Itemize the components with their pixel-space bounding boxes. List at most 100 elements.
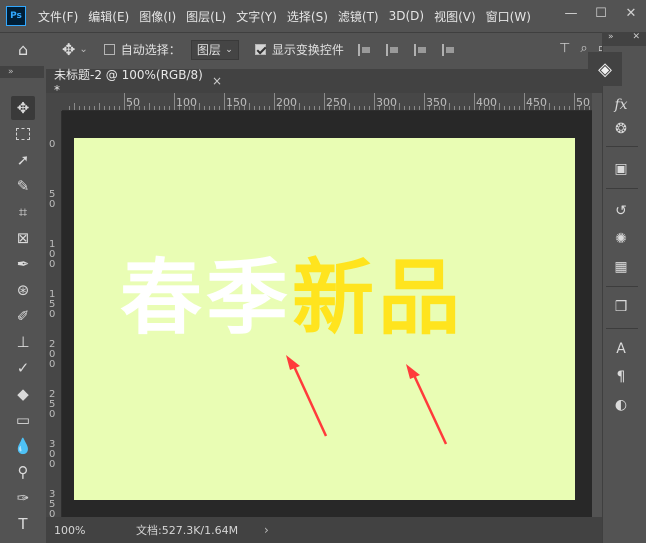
expand-panels-icon[interactable]: » (608, 32, 614, 46)
close-panels-icon[interactable]: ✕ (632, 32, 640, 46)
align-top-icon[interactable] (441, 43, 456, 56)
clone-stamp-tool-icon[interactable]: ⊥ (11, 330, 35, 354)
quick-select-tool-icon[interactable]: ✎ (11, 174, 35, 198)
ruler-minor-tick (409, 106, 410, 110)
paragraph-panel-icon[interactable]: ¶ (610, 366, 632, 388)
headline-yellow-text: 新品 (292, 251, 465, 346)
dodge-tool-icon[interactable]: ⚲ (11, 460, 35, 484)
ruler-minor-tick (439, 106, 440, 110)
ruler-minor-tick (79, 106, 80, 110)
ruler-minor-tick (514, 106, 515, 110)
ruler-major-tick (174, 93, 175, 110)
ruler-minor-tick (249, 103, 250, 110)
home-icon[interactable]: ⌂ (18, 40, 46, 59)
align-left-icon[interactable] (357, 43, 372, 56)
menu-filter[interactable]: 滤镜(T) (338, 8, 379, 25)
layers-panel-icon[interactable]: ◈ (588, 52, 622, 86)
tools-collapse-toggle[interactable]: » (0, 66, 44, 78)
minimize-button[interactable]: — (556, 6, 586, 21)
show-transform-checkbox[interactable] (254, 44, 266, 55)
history-brush-tool-icon[interactable]: ✓ (11, 356, 35, 380)
libraries-icon[interactable]: ▣ (610, 158, 632, 180)
contrast-icon[interactable]: ◐ (610, 394, 632, 416)
ruler-minor-tick (74, 103, 75, 110)
menu-3d[interactable]: 3D(D) (389, 9, 424, 23)
ruler-minor-tick (114, 106, 115, 110)
menu-edit[interactable]: 编辑(E) (88, 8, 129, 25)
ruler-minor-tick (119, 106, 120, 110)
crop-tool-icon[interactable]: ⌗ (11, 200, 35, 224)
auto-select-target-dropdown[interactable]: 图层 ⌄ (190, 39, 239, 60)
horizontal-ruler[interactable]: 50 100 150 200 250 300 350 400 450 50 (62, 93, 592, 111)
gradient-tool-icon[interactable]: ▭ (11, 408, 35, 432)
ruler-minor-tick (504, 106, 505, 110)
move-tool-icon[interactable]: ✥ (11, 96, 35, 120)
type-tool-icon[interactable]: T (11, 512, 35, 536)
ruler-minor-tick (469, 106, 470, 110)
ruler-minor-tick (289, 106, 290, 110)
maximize-button[interactable]: ☐ (586, 6, 616, 21)
fx-styles-icon[interactable]: fx (610, 94, 632, 116)
ruler-minor-tick (184, 106, 185, 110)
auto-select-target-value: 图层 (196, 43, 221, 57)
eraser-tool-icon[interactable]: ◆ (11, 382, 35, 406)
ruler-minor-tick (344, 106, 345, 110)
auto-select-checkbox[interactable] (103, 44, 115, 55)
lasso-tool-icon[interactable]: ➚ (11, 148, 35, 172)
paint-palette-icon[interactable]: ✺ (610, 228, 632, 250)
healing-brush-tool-icon[interactable]: ⊛ (11, 278, 35, 302)
align-right-icon[interactable] (413, 43, 428, 56)
adjustments-icon[interactable]: ❂ (610, 118, 632, 140)
menu-type[interactable]: 文字(Y) (236, 8, 277, 25)
ruler-major-tick (524, 93, 525, 110)
move-tool-icon[interactable]: ✥ (62, 40, 75, 59)
ruler-minor-tick (499, 103, 500, 110)
ruler-minor-tick (254, 106, 255, 110)
ruler-origin[interactable] (46, 93, 62, 111)
ruler-minor-tick (89, 106, 90, 110)
ruler-minor-tick (154, 106, 155, 110)
blur-tool-icon[interactable]: 💧 (11, 434, 35, 458)
chevron-down-icon[interactable]: ⌄ (79, 44, 87, 55)
ruler-minor-tick (389, 106, 390, 110)
menu-select[interactable]: 选择(S) (287, 8, 328, 25)
ruler-tick-label: 250 (49, 389, 56, 420)
align-center-icon[interactable] (385, 43, 400, 56)
frame-tool-icon[interactable]: ⊠ (11, 226, 35, 250)
history-icon[interactable]: ↺ (610, 200, 632, 222)
ruler-minor-tick (69, 106, 70, 110)
zoom-level[interactable]: 100% (54, 524, 124, 537)
ruler-minor-tick (464, 106, 465, 110)
menu-layer[interactable]: 图层(L) (186, 8, 226, 25)
align-top-edge-icon[interactable]: ⊤ (559, 41, 570, 56)
ruler-minor-tick (164, 106, 165, 110)
ruler-tick-label: 50 (49, 189, 56, 210)
close-window-button[interactable]: ✕ (616, 6, 646, 21)
ruler-minor-tick (479, 106, 480, 110)
headline-text-layer[interactable]: 春季新品 (120, 258, 464, 340)
right-panel-collapse-bar[interactable]: » ✕ (602, 32, 646, 46)
search-icon[interactable]: ⌕ (580, 41, 587, 56)
character-panel-icon[interactable]: A (610, 338, 632, 360)
ruler-minor-tick (414, 106, 415, 110)
document-tab[interactable]: 未标题-2 @ 100%(RGB/8) * × (46, 68, 222, 97)
brush-tool-icon[interactable]: ✐ (11, 304, 35, 328)
eyedropper-tool-icon[interactable]: ✒ (11, 252, 35, 276)
menu-window[interactable]: 窗口(W) (486, 8, 531, 25)
document-size: 文档:527.3K/1.64M (136, 524, 239, 537)
ruler-minor-tick (379, 106, 380, 110)
ruler-tick-label: 100 (49, 239, 56, 270)
ruler-minor-tick (459, 106, 460, 110)
marquee-tool-icon[interactable] (11, 122, 35, 146)
ruler-minor-tick (209, 106, 210, 110)
menu-view[interactable]: 视图(V) (434, 8, 476, 25)
status-menu-chevron-icon[interactable]: › (264, 523, 269, 537)
menu-image[interactable]: 图像(I) (139, 8, 176, 25)
3d-panel-icon[interactable]: ❒ (610, 296, 632, 318)
pen-tool-icon[interactable]: ✑ (11, 486, 35, 510)
vertical-ruler[interactable]: 0 50 100 150 200 250 300 350 (46, 111, 62, 517)
ruler-minor-tick (419, 106, 420, 110)
menu-file[interactable]: 文件(F) (38, 8, 78, 25)
close-tab-icon[interactable]: × (212, 74, 222, 88)
swatches-grid-icon[interactable]: ▦ (610, 256, 632, 278)
